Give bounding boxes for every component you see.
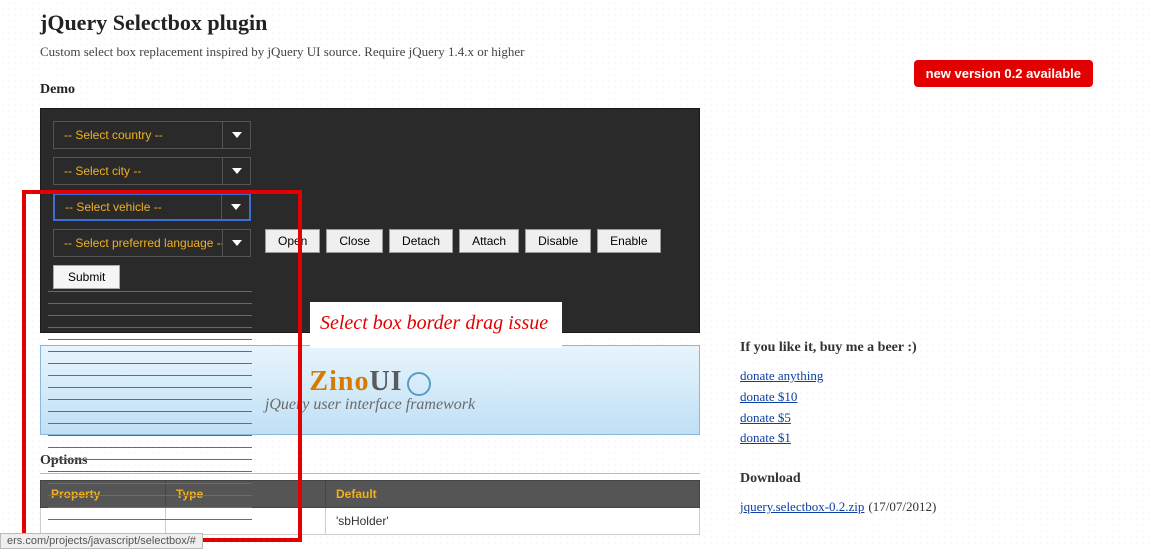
demo-panel: -- Select country -- -- Select city -- -… xyxy=(40,108,700,333)
banner-logo: ZinoUI xyxy=(309,366,430,398)
donate-10-link[interactable]: donate $10 xyxy=(740,387,1040,408)
options-heading: Options xyxy=(40,453,700,474)
page-subtitle: Custom select box replacement inspired b… xyxy=(40,44,1153,60)
col-property: Property xyxy=(41,481,166,508)
disable-button[interactable]: Disable xyxy=(525,229,591,253)
browser-status-bar: ers.com/projects/javascript/selectbox/# xyxy=(0,533,203,549)
new-version-badge[interactable]: new version 0.2 available xyxy=(914,60,1093,87)
table-row: Property Type Default xyxy=(41,481,700,508)
detach-button[interactable]: Detach xyxy=(389,229,453,253)
select-city-label: -- Select city -- xyxy=(54,164,222,178)
banner-tagline: jQuery user interface framework xyxy=(265,396,475,414)
donate-1-link[interactable]: donate $1 xyxy=(740,428,1040,449)
donate-5-link[interactable]: donate $5 xyxy=(740,408,1040,429)
select-country-label: -- Select country -- xyxy=(54,128,222,142)
open-button[interactable]: Open xyxy=(265,229,320,253)
demo-heading: Demo xyxy=(40,82,700,98)
zinoui-banner[interactable]: ZinoUI jQuery user interface framework xyxy=(40,345,700,435)
select-country[interactable]: -- Select country -- xyxy=(53,121,251,149)
table-row: 'sbHolder' xyxy=(41,508,700,535)
like-heading: If you like it, buy me a beer :) xyxy=(740,340,1040,356)
chevron-down-icon[interactable] xyxy=(222,230,250,256)
download-date: (17/07/2012) xyxy=(868,499,936,514)
enable-button[interactable]: Enable xyxy=(597,229,660,253)
attach-button[interactable]: Attach xyxy=(459,229,519,253)
col-type: Type xyxy=(166,481,326,508)
select-vehicle-label: -- Select vehicle -- xyxy=(55,200,221,214)
donate-anything-link[interactable]: donate anything xyxy=(740,366,1040,387)
download-heading: Download xyxy=(740,471,1040,487)
submit-button[interactable]: Submit xyxy=(53,265,120,289)
select-city[interactable]: -- Select city -- xyxy=(53,157,251,185)
chevron-down-icon[interactable] xyxy=(222,122,250,148)
col-default: Default xyxy=(326,481,700,508)
chevron-down-icon[interactable] xyxy=(222,158,250,184)
select-language[interactable]: -- Select preferred language -- xyxy=(53,229,251,257)
close-button[interactable]: Close xyxy=(326,229,383,253)
cell-default: 'sbHolder' xyxy=(326,508,700,535)
download-link[interactable]: jquery.selectbox-0.2.zip xyxy=(740,499,864,514)
options-table: Property Type Default 'sbHolder' xyxy=(40,480,700,535)
select-vehicle[interactable]: -- Select vehicle -- xyxy=(53,193,251,221)
globe-icon xyxy=(407,372,431,396)
page-title: jQuery Selectbox plugin xyxy=(40,10,1153,36)
chevron-down-icon[interactable] xyxy=(221,195,249,219)
select-language-label: -- Select preferred language -- xyxy=(54,236,222,250)
